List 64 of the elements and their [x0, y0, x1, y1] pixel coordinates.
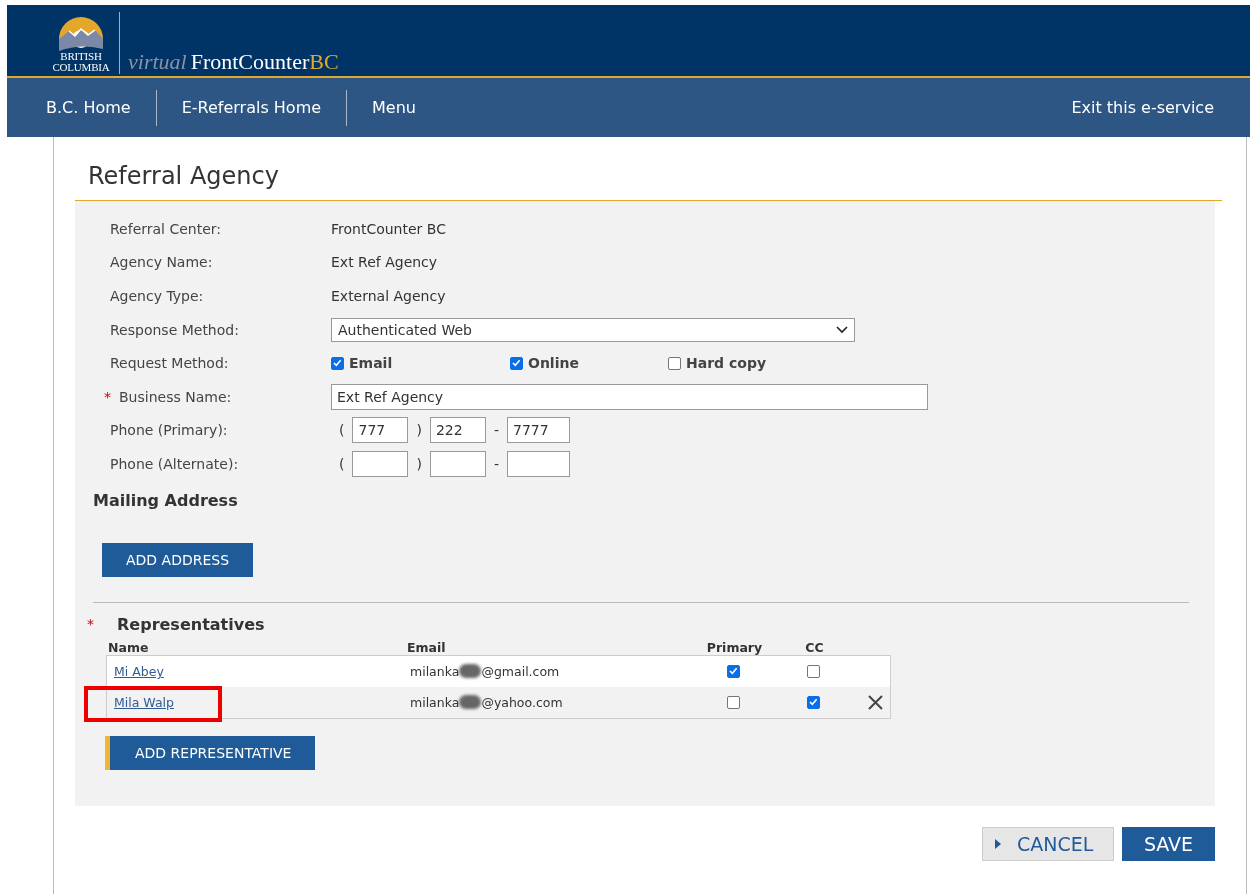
section-heading: Representatives [117, 614, 265, 634]
logo-text: COLUMBIA [52, 62, 110, 73]
dash-text: - [493, 455, 499, 472]
nav-link[interactable]: E-Referrals Home [156, 78, 347, 137]
phone-field[interactable]: 777 [352, 417, 409, 444]
phone-field[interactable] [507, 450, 570, 477]
checkbox[interactable] [727, 664, 740, 678]
checkbox[interactable] [331, 356, 344, 370]
checkbox[interactable] [510, 356, 523, 370]
field-value: Ext Ref Agency [331, 254, 438, 271]
add-address-button[interactable]: ADD ADDRESS [102, 542, 254, 577]
column-header: Name [108, 639, 149, 655]
phone-field[interactable]: 7777 [507, 417, 570, 444]
page-title: Referral Agency [87, 161, 279, 192]
representative-link[interactable]: Mila Walp [114, 695, 174, 711]
response-method-dropdown[interactable]: Authenticated Web [331, 317, 855, 342]
phone-field[interactable] [429, 450, 486, 477]
checkbox[interactable] [727, 695, 740, 709]
field-label: Request Method: [110, 355, 229, 372]
checkbox[interactable] [807, 695, 820, 709]
checkbox-label: Online [528, 355, 579, 372]
logo-text: BRITISH [60, 51, 102, 62]
field-value: FrontCounter BC [331, 220, 446, 237]
business-name-field[interactable]: Ext Ref Agency [331, 383, 928, 410]
add-representative-button[interactable]: ADD REPRESENTATIVE [105, 735, 316, 770]
checkbox[interactable] [668, 356, 681, 370]
field-label: Agency Type: [110, 288, 204, 304]
checkbox[interactable] [807, 664, 820, 678]
redaction-blur [459, 695, 482, 710]
field-value: External Agency [331, 288, 446, 304]
column-header: Primary [706, 639, 763, 655]
representative-link[interactable]: Mi Abey [114, 664, 164, 680]
column-header: CC [805, 639, 824, 655]
paren-text: ) [416, 455, 422, 472]
save-button[interactable]: SAVE [1122, 827, 1215, 861]
phone-field[interactable] [352, 450, 409, 477]
paren-text: ( [339, 422, 345, 439]
email-text: milanka @yahoo.com [410, 694, 564, 710]
field-label: Agency Name: [110, 254, 213, 271]
email-text: milanka @gmail.com [410, 663, 561, 679]
paren-text: ) [416, 422, 422, 439]
exit-link[interactable]: Exit this e-service [1046, 78, 1250, 137]
paren-text: ( [339, 455, 345, 472]
close-icon[interactable] [867, 694, 883, 710]
checkbox-label: Hard copy [686, 355, 767, 372]
phone-field[interactable]: 222 [429, 417, 486, 444]
redaction-blur [459, 664, 482, 679]
column-header: Email [407, 639, 446, 655]
nav-link[interactable]: Menu [347, 78, 441, 137]
nav-link[interactable]: B.C. Home [7, 78, 156, 137]
field-label: Referral Center: [110, 220, 222, 237]
cancel-button[interactable]: CANCEL [982, 827, 1114, 861]
required-mark: * [104, 388, 111, 405]
site-title: virtual FrontCounterBC [128, 50, 339, 74]
dash-text: - [493, 422, 499, 439]
checkbox-label: Email [349, 355, 393, 372]
field-label: Response Method: [110, 321, 239, 338]
required-mark: * [87, 616, 94, 633]
chevron-down-icon [836, 325, 848, 334]
field-label: Phone (Primary): [110, 422, 228, 439]
field-label: Business Name: [119, 388, 232, 405]
caret-icon [995, 839, 1001, 849]
field-label: Phone (Alternate): [110, 455, 239, 472]
section-heading: Mailing Address [92, 489, 238, 510]
